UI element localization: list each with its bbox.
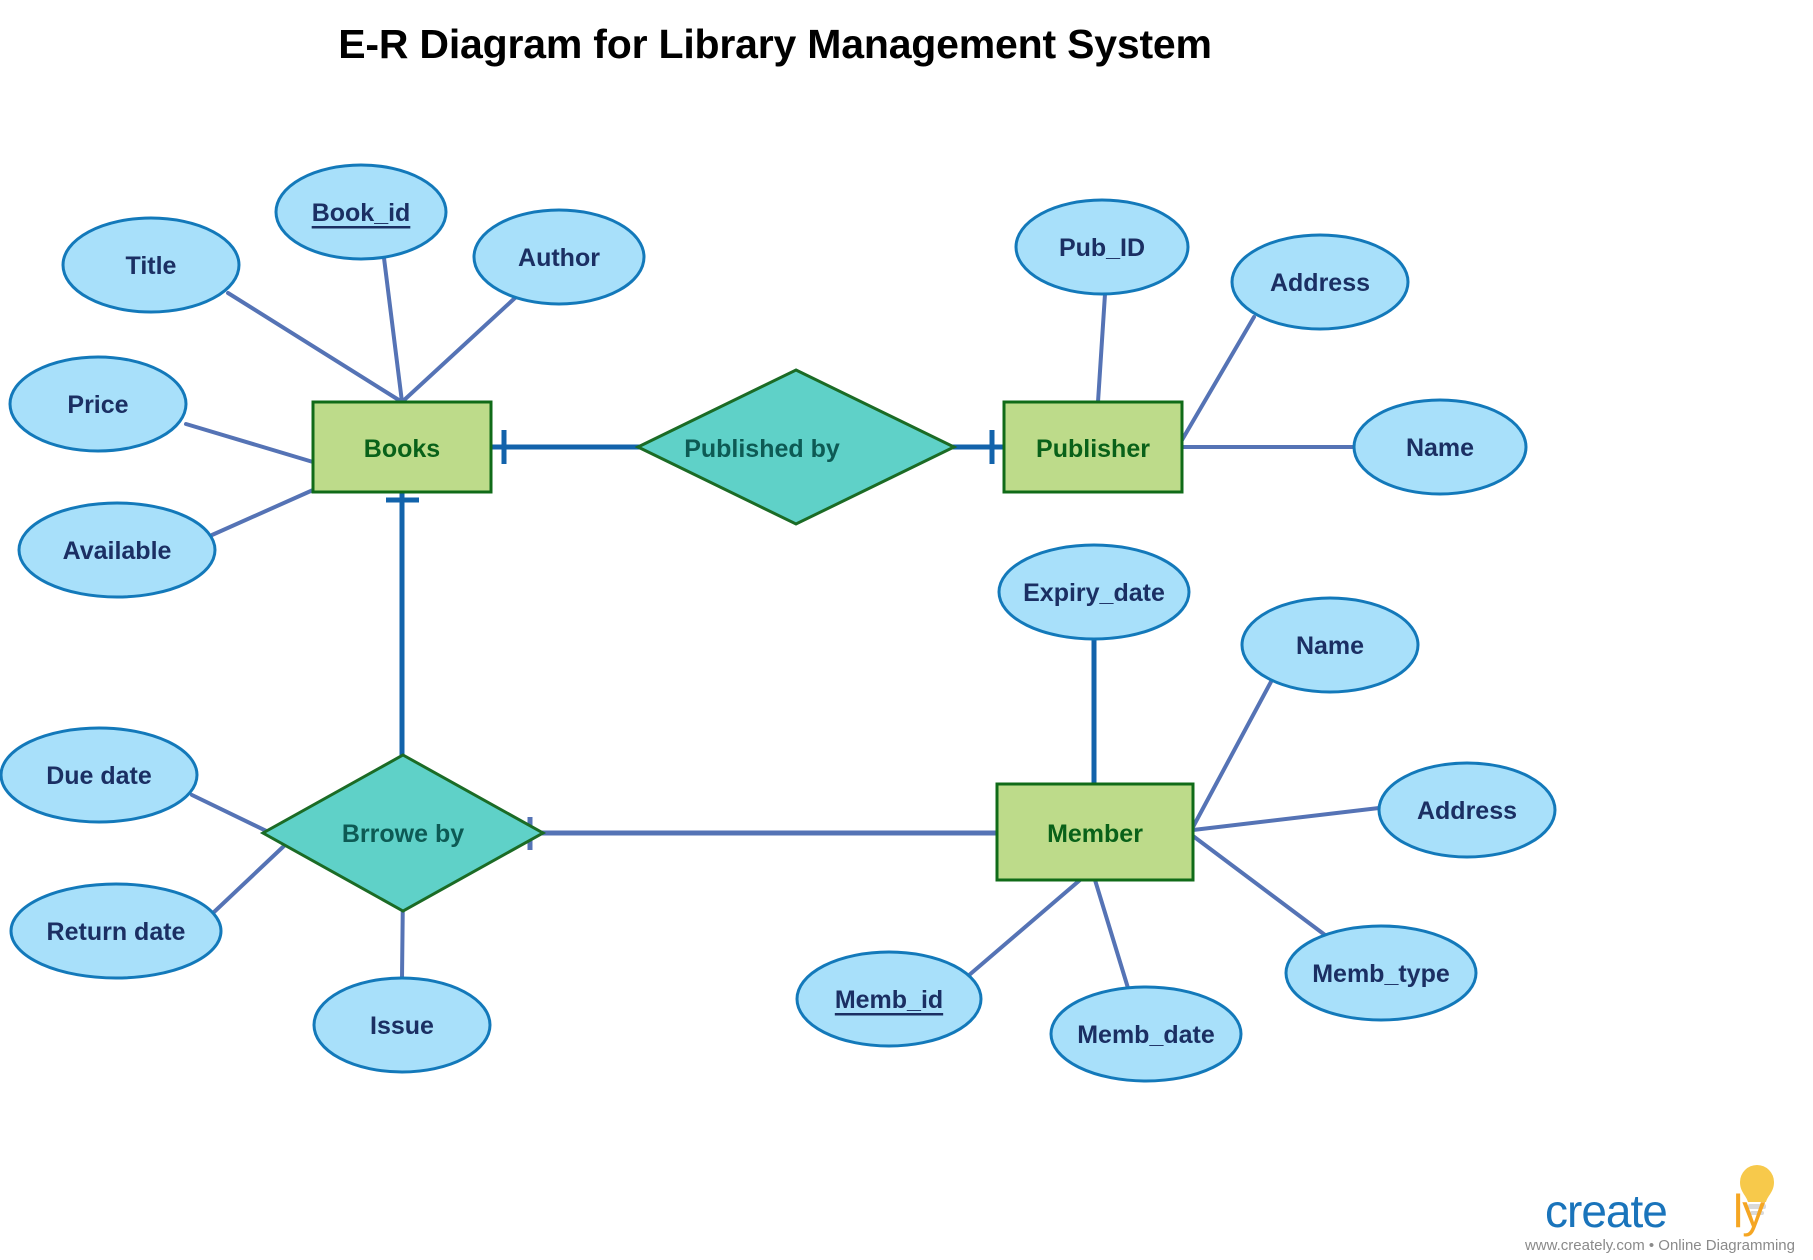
attribute-memb_type[interactable]: Memb_type [1284,924,1478,1022]
entity-member[interactable]: Member [995,782,1195,882]
attribute-layer: Title Book_id Author Price Available Pub… [0,163,1557,1083]
attribute-issue[interactable]: Issue [312,976,492,1074]
creately-watermark: create ly www.creately.com • Online Diag… [1524,1165,1795,1254]
attribute-pub_name[interactable]: Name [1352,398,1528,496]
attribute-label-author: Author [518,244,600,272]
attribute-label-memb_date: Memb_date [1077,1021,1215,1049]
attribute-available[interactable]: Available [17,501,217,599]
attribute-label-book_id: Book_id [312,199,411,227]
attribute-label-memb_id: Memb_id [835,986,943,1014]
attribute-label-price: Price [67,391,128,419]
attribute-author[interactable]: Author [472,208,646,306]
attribute-memb_id[interactable]: Memb_id [795,950,983,1048]
watermark-brand-create: create [1545,1185,1667,1237]
attribute-mem_name[interactable]: Name [1240,596,1420,694]
attribute-label-available: Available [63,537,172,565]
connector-author-books [400,295,518,404]
watermark-tagline: www.creately.com • Online Diagramming [1524,1237,1795,1254]
attribute-due_date[interactable]: Due date [0,726,199,824]
connector-book_id-books [382,256,404,404]
connector-pub_address-publisher [1180,315,1256,442]
relationship-published-by[interactable]: Published by [634,368,958,526]
attribute-memb_date[interactable]: Memb_date [1049,985,1243,1083]
attribute-label-mem_address: Address [1417,797,1517,825]
connector-mem_address-member [1191,806,1381,832]
watermark-brand-ly: ly [1733,1185,1765,1237]
attribute-price[interactable]: Price [8,355,188,453]
connector-memb_type-member [1191,834,1331,940]
attribute-label-due_date: Due date [46,762,152,790]
attribute-pub_address[interactable]: Address [1230,233,1410,331]
attribute-label-memb_type: Memb_type [1312,960,1450,988]
er-diagram-canvas: E-R Diagram for Library Management Syste… [0,21,1795,1254]
connector-available-books [210,488,315,537]
connector-memb_date-member [1093,878,1130,990]
connector-return_date-brrowe_by [211,843,287,915]
connector-title-books [226,291,404,404]
attribute-book_id[interactable]: Book_id [274,163,448,261]
connector-memb_id-member [966,878,1082,978]
attribute-label-issue: Issue [370,1012,434,1040]
attribute-label-pub_id: Pub_ID [1059,234,1145,262]
connector-mem_name-member [1191,676,1275,829]
entity-label-member: Member [1047,820,1143,848]
entity-books[interactable]: Books [311,400,493,494]
attribute-label-expiry_date: Expiry_date [1023,579,1165,607]
attribute-return_date[interactable]: Return date [9,882,223,980]
entity-label-books: Books [364,435,440,463]
attribute-label-pub_address: Address [1270,269,1370,297]
connector-pub_id-publisher [1096,292,1107,404]
attribute-label-return_date: Return date [47,918,186,946]
attribute-mem_address[interactable]: Address [1377,761,1557,859]
attribute-label-title: Title [126,252,177,280]
attribute-pub_id[interactable]: Pub_ID [1014,198,1190,296]
attribute-label-pub_name: Name [1406,434,1474,462]
attribute-label-mem_name: Name [1296,632,1364,660]
entity-publisher[interactable]: Publisher [1002,400,1184,494]
page-title: E-R Diagram for Library Management Syste… [338,21,1212,67]
attribute-title[interactable]: Title [61,216,241,314]
entity-label-publisher: Publisher [1036,435,1150,463]
relationship-brrowe-by[interactable]: Brrowe by [259,753,547,913]
connector-price-books [184,422,315,464]
relationship-label-brrowe-by: Brrowe by [342,820,464,848]
attribute-expiry_date[interactable]: Expiry_date [997,543,1191,641]
relationship-label-published-by: Published by [684,435,840,463]
